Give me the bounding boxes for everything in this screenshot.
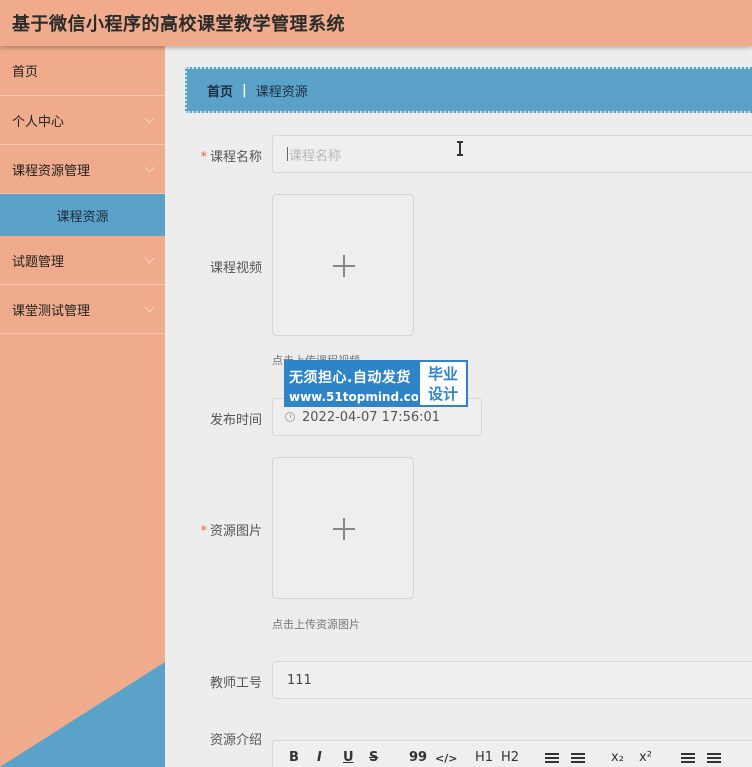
clock-icon — [285, 412, 295, 422]
chevron-down-icon — [144, 113, 155, 124]
chevron-down-icon — [144, 162, 155, 173]
required-marker: * — [200, 524, 207, 539]
bold-button[interactable]: B — [289, 750, 299, 765]
course-name-label: * 课程名称 — [200, 150, 262, 165]
sidebar-item-label: 首页 — [12, 65, 39, 80]
publish-time-value: 2022-04-07 17:56:01 — [302, 409, 441, 425]
subscript-button[interactable]: x₂ — [611, 750, 624, 765]
resource-image-hint: 点击上传资源图片 — [272, 618, 360, 631]
code-button[interactable]: </> — [435, 752, 457, 765]
sidebar-item-course-resource-management[interactable]: 课程资源管理 — [0, 145, 165, 194]
watermark-badge: 无须担心.自动发货 www.51topmind.com 毕业 设计 — [284, 360, 468, 407]
h2-button[interactable]: H2 — [501, 750, 519, 765]
resource-image-label: * 资源图片 — [200, 524, 262, 539]
course-name-placeholder: 课程名称 — [289, 148, 342, 164]
outdent-icon[interactable] — [681, 753, 695, 763]
indent-icon[interactable] — [707, 753, 721, 763]
quote-button[interactable]: 99 — [409, 750, 427, 765]
sidebar-item-label: 课程资源 — [56, 209, 109, 225]
bullet-list-icon[interactable] — [571, 753, 585, 763]
watermark-line2: www.51topmind.com — [289, 390, 432, 404]
breadcrumb-separator: | — [242, 82, 247, 98]
rich-text-editor[interactable]: B I U S 99 </> H1 H2 x₂ x² — [272, 740, 752, 767]
breadcrumb: 首页 | 课程资源 — [185, 67, 752, 113]
sidebar-item-class-test-management[interactable]: 课堂测试管理 — [0, 285, 165, 334]
sidebar-item-label: 个人中心 — [12, 114, 65, 130]
resource-intro-label: 资源介绍 — [209, 733, 262, 748]
superscript-button[interactable]: x² — [639, 750, 652, 765]
sidebar-item-personal-center[interactable]: 个人中心 — [0, 96, 165, 145]
sidebar-subitem-course-resource[interactable]: 课程资源 — [0, 194, 165, 236]
course-name-input[interactable]: 课程名称 — [272, 135, 752, 173]
underline-button[interactable]: U — [343, 750, 354, 765]
sidebar-item-label: 课程资源管理 — [12, 163, 91, 179]
sidebar-item-label: 试题管理 — [12, 254, 65, 270]
ordered-list-icon[interactable] — [545, 753, 559, 763]
sidebar-item-label: 课堂测试管理 — [12, 303, 91, 319]
italic-button[interactable]: I — [317, 750, 322, 765]
teacher-id-label: 教师工号 — [209, 676, 262, 691]
text-caret — [287, 147, 288, 161]
chevron-down-icon — [144, 253, 155, 264]
h1-button[interactable]: H1 — [475, 750, 493, 765]
app-title: 基于微信小程序的高校课堂教学管理系统 — [12, 14, 345, 35]
teacher-id-input[interactable]: 111 — [272, 661, 752, 699]
watermark-badge-line1: 毕业 — [427, 365, 458, 383]
course-video-upload[interactable] — [272, 194, 414, 336]
sidebar-item-home[interactable]: 首页 — [0, 46, 165, 96]
teacher-id-value: 111 — [287, 672, 312, 688]
sidebar-item-question-management[interactable]: 试题管理 — [0, 236, 165, 285]
course-video-label: 课程视频 — [209, 261, 262, 276]
breadcrumb-home[interactable]: 首页 — [207, 81, 233, 100]
watermark-line1: 无须担心.自动发货 — [289, 370, 411, 386]
chevron-down-icon — [144, 302, 155, 313]
resource-image-upload[interactable] — [272, 457, 414, 599]
required-marker: * — [200, 150, 207, 165]
text-cursor-icon — [457, 141, 463, 156]
strike-button[interactable]: S — [369, 750, 378, 765]
publish-time-label: 发布时间 — [209, 413, 262, 428]
watermark-badge-line2: 设计 — [427, 385, 458, 403]
sidebar-decoration — [0, 662, 165, 767]
sidebar: 首页 个人中心 课程资源管理 课程资源 试题管理 课堂测试管理 — [0, 46, 165, 767]
top-header: 基于微信小程序的高校课堂教学管理系统 — [0, 0, 752, 46]
breadcrumb-current: 课程资源 — [255, 84, 308, 100]
